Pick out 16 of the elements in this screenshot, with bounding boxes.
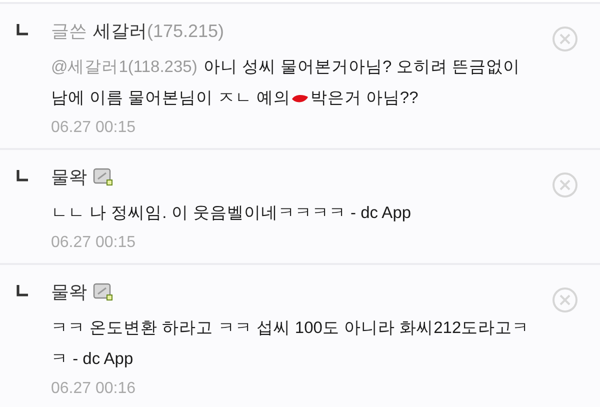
author-name: 물왁: [51, 166, 87, 189]
scribble-mark: [291, 92, 310, 105]
author-label: 글쓴: [51, 20, 87, 43]
author-name: 물왁: [51, 281, 87, 304]
comment-text: @세갈러1(118.235) 아니 성씨 물어본거아님? 오히려 뜬금없이 남에 이름 물어본님이 ㅈㄴ 예의 박은거 아님??: [51, 57, 521, 109]
delete-icon[interactable]: [552, 172, 578, 198]
comment-time: 06.27 00:15: [51, 118, 137, 138]
mention[interactable]: @세갈러1(118.235): [51, 58, 198, 76]
author-name: 세갈러: [93, 20, 147, 43]
comment-time: 06.27 00:15: [51, 233, 137, 253]
comment-time: 06.27 00:16: [51, 379, 137, 399]
comment-text: ㄴㄴ 나 정씨임. 이 웃음벨이네ㅋㅋㅋㅋ - dc App: [51, 203, 412, 224]
delete-icon[interactable]: [552, 26, 578, 52]
comment-text: ㅋㅋ 온도변환 하라고 ㅋㅋ 섭씨 100도 아니라 화씨212도라고ㅋㅋ - dc App: [51, 318, 530, 370]
author-ip: (175.215): [147, 20, 224, 43]
delete-icon[interactable]: [552, 287, 578, 313]
